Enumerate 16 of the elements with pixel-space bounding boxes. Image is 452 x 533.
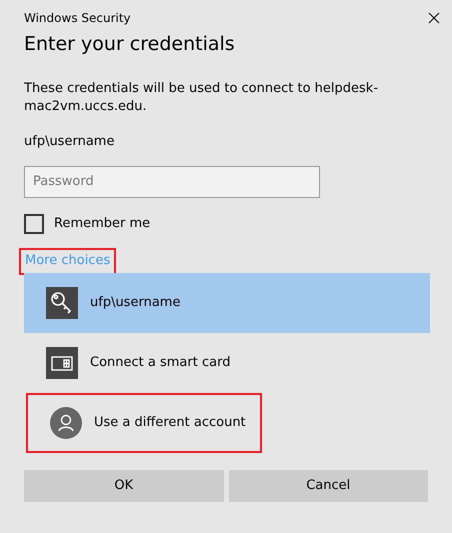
account-option[interactable]: Connect a smart card — [24, 332, 430, 392]
remember-checkbox[interactable] — [24, 214, 44, 234]
dialog-button[interactable]: OK — [24, 470, 224, 502]
close-icon[interactable] — [428, 12, 440, 24]
window-title: Windows Security — [24, 10, 131, 27]
description-text: These credentials will be used to connect to helpdesk-mac2vm.uccs.edu. — [24, 80, 380, 116]
key-icon — [46, 286, 78, 318]
username-label: ufp\username — [24, 133, 116, 151]
dialog-button[interactable]: Cancel — [228, 470, 428, 502]
password-field[interactable]: Password — [24, 166, 320, 198]
person-icon — [50, 406, 82, 438]
remember-label: Remember me — [54, 214, 150, 233]
account-option[interactable]: Use a different account — [26, 392, 262, 452]
smart-card-icon — [46, 346, 78, 378]
account-option[interactable]: ufp\username — [24, 272, 430, 332]
dialog-heading: Enter your credentials — [24, 32, 236, 57]
